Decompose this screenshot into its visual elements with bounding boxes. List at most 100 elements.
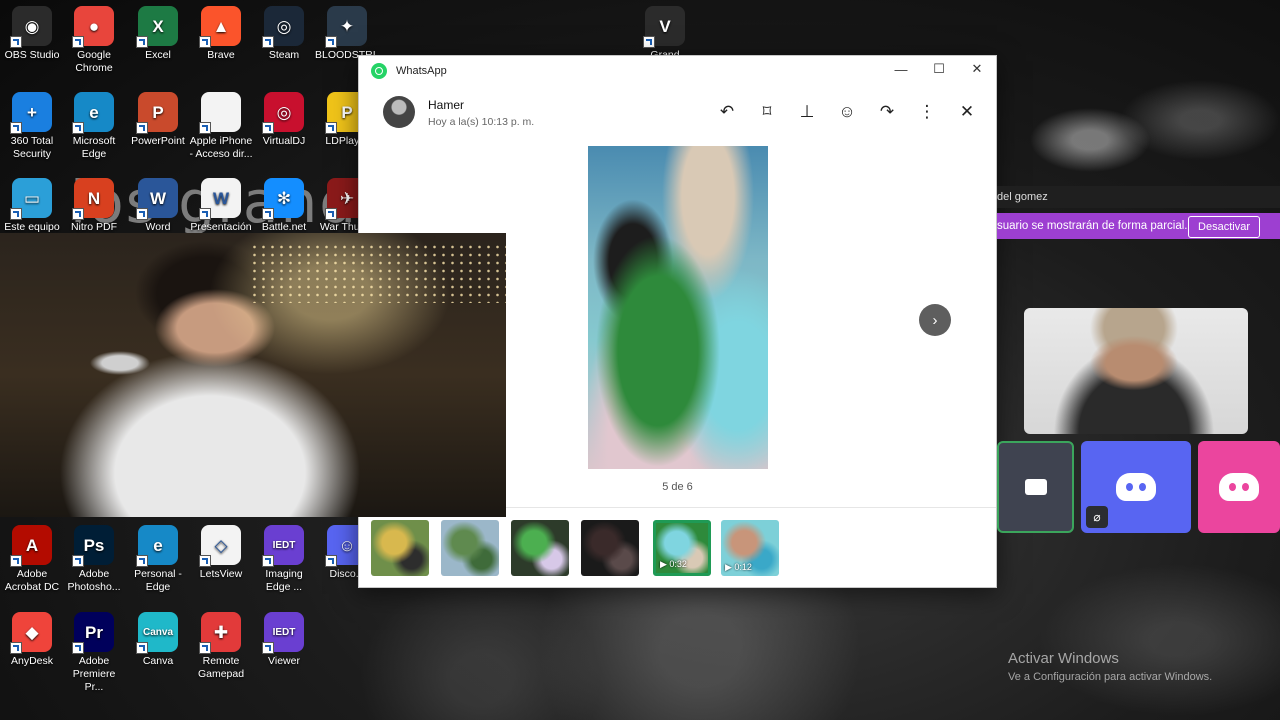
desktop-icon[interactable]: ✻ Battle.net	[252, 178, 316, 234]
notice-text: suario se mostrarán de forma parcial.	[997, 220, 1188, 232]
muted-mic-icon: ⌀	[1086, 506, 1108, 528]
desktop-icon[interactable]: ◎ Steam	[252, 6, 316, 62]
shortcut-arrow-icon	[262, 36, 274, 48]
desktop-icon[interactable]: ◆ AnyDesk	[0, 612, 64, 668]
desktop-icon-label: Adobe Premiere Pr...	[72, 655, 116, 693]
desktop-icon-label: Apple iPhone - Acceso dir...	[189, 135, 253, 160]
app-icon: ✦	[325, 6, 367, 48]
media-thumbnail[interactable]: ▶ 0:12	[721, 520, 779, 576]
media-thumbnail[interactable]	[581, 520, 639, 576]
desktop-icon-label: 360 Total Security	[10, 135, 54, 160]
avatar[interactable]	[383, 96, 415, 128]
app-icon: IEDT	[262, 525, 304, 567]
desktop-icon-label: Adobe Photosho...	[67, 568, 121, 593]
participant-tile-discord-2[interactable]	[1198, 441, 1280, 533]
desktop-icon-label: Imaging Edge ...	[265, 568, 303, 593]
more-icon[interactable]: ⋮	[916, 101, 938, 123]
app-icon: ✚	[199, 612, 241, 654]
deactivate-button[interactable]: Desactivar	[1188, 216, 1260, 238]
desktop-icon[interactable]: Pr Adobe Premiere Pr...	[62, 612, 126, 694]
app-icon: e	[136, 525, 178, 567]
shortcut-arrow-icon	[325, 122, 337, 134]
media-thumbnail[interactable]	[371, 520, 429, 576]
desktop-icon[interactable]: e Microsoft Edge	[62, 92, 126, 161]
shortcut-arrow-icon	[10, 122, 22, 134]
desktop-icon-label: Remote Gamepad	[197, 655, 245, 680]
desktop-icon-label: Viewer	[268, 655, 300, 667]
desktop-icon[interactable]: ✦ BLOODSTRI...	[315, 6, 384, 62]
minimize-button[interactable]: —	[882, 56, 920, 82]
participant-tile-camera[interactable]	[997, 441, 1074, 533]
close-viewer-icon[interactable]: ✕	[956, 101, 978, 123]
desktop-icon-label: Canva	[142, 655, 174, 667]
desktop-icon[interactable]: ▲ Brave	[189, 6, 253, 62]
close-window-button[interactable]: ✕	[958, 56, 996, 82]
desktop-icon[interactable]: IEDT Viewer	[252, 612, 316, 668]
desktop-icon[interactable]: Canva Canva	[126, 612, 190, 668]
shortcut-arrow-icon	[262, 555, 274, 567]
shortcut-arrow-icon	[325, 555, 337, 567]
app-icon: ◆	[10, 612, 52, 654]
discord-logo-icon	[1219, 473, 1259, 501]
app-icon: ◎	[262, 6, 304, 48]
shortcut-arrow-icon	[136, 36, 148, 48]
forward-icon[interactable]: ↷	[876, 101, 898, 123]
discord-window-bar: del gomez	[997, 186, 1280, 208]
desktop-icon[interactable]: ◇ LetsView	[189, 525, 253, 581]
video-duration: ▶ 0:12	[725, 562, 752, 572]
desktop-icon[interactable]: W Presentación	[189, 178, 253, 234]
media-thumbnail[interactable]	[441, 520, 499, 576]
window-controls: — ☐ ✕	[882, 56, 996, 82]
shortcut-arrow-icon	[72, 122, 84, 134]
maximize-button[interactable]: ☐	[920, 56, 958, 82]
shortcut-arrow-icon	[199, 642, 211, 654]
shortcut-arrow-icon	[136, 208, 148, 220]
desktop-icon-label: Microsoft Edge	[72, 135, 116, 160]
emoji-icon[interactable]: ☺	[836, 101, 858, 123]
shortcut-arrow-icon	[10, 642, 22, 654]
desktop-icon-label: PowerPoint	[131, 135, 185, 147]
desktop-icon[interactable]: ● Google Chrome	[62, 6, 126, 75]
desktop-icon[interactable]: ✚ Remote Gamepad	[189, 612, 253, 681]
media-actions: ↶ ⌑ ⊥ ☺ ↷ ⋮ ✕	[716, 101, 978, 123]
reply-icon[interactable]: ↶	[716, 101, 738, 123]
shortcut-arrow-icon	[262, 642, 274, 654]
media-video-preview[interactable]	[588, 146, 768, 469]
app-icon: +	[10, 92, 52, 134]
activate-windows-watermark: Activar Windows Ve a Configuración para …	[1008, 650, 1212, 683]
desktop-icon[interactable]: ▭ Este equipo	[0, 178, 64, 234]
desktop-icon[interactable]: P PowerPoint	[126, 92, 190, 148]
desktop-icon[interactable]: W Word	[126, 178, 190, 234]
app-icon: X	[136, 6, 178, 48]
bookmark-icon[interactable]: ⌑	[756, 101, 778, 123]
shortcut-arrow-icon	[72, 36, 84, 48]
desktop-icon[interactable]: ◎ VirtualDJ	[252, 92, 316, 148]
participant-video[interactable]	[1024, 308, 1248, 434]
shortcut-arrow-icon	[199, 122, 211, 134]
media-thumbnail[interactable]	[511, 520, 569, 576]
desktop-icon-label: Adobe Acrobat DC	[4, 568, 60, 593]
discord-window-title: del gomez	[997, 191, 1048, 203]
shortcut-arrow-icon	[325, 208, 337, 220]
desktop-icon-label: LetsView	[199, 568, 243, 580]
shortcut-arrow-icon	[262, 122, 274, 134]
desktop-icon[interactable]: ◉ OBS Studio	[0, 6, 64, 62]
media-thumbnail[interactable]: ▶ 0:32	[653, 520, 711, 576]
desktop-icon[interactable]: e Personal - Edge	[126, 525, 190, 594]
desktop-icon[interactable]: Apple iPhone - Acceso dir...	[189, 92, 253, 161]
app-icon: e	[72, 92, 114, 134]
app-icon: IEDT	[262, 612, 304, 654]
app-icon: Ps	[72, 525, 114, 567]
app-icon: ◉	[10, 6, 52, 48]
next-media-button[interactable]: ›	[919, 304, 951, 336]
shortcut-arrow-icon	[199, 36, 211, 48]
desktop-icon[interactable]: X Excel	[126, 6, 190, 62]
desktop-icon[interactable]: Ps Adobe Photosho...	[62, 525, 126, 594]
camera-icon	[1024, 479, 1047, 495]
desktop-icon[interactable]: IEDT Imaging Edge ...	[252, 525, 316, 594]
participant-tile-discord[interactable]: ⌀	[1081, 441, 1191, 533]
desktop-icon[interactable]: A Adobe Acrobat DC	[0, 525, 64, 594]
pin-icon[interactable]: ⊥	[796, 101, 818, 123]
desktop-icon[interactable]: +360 Total Security	[0, 92, 64, 161]
contact-name: Hamer	[428, 98, 465, 112]
